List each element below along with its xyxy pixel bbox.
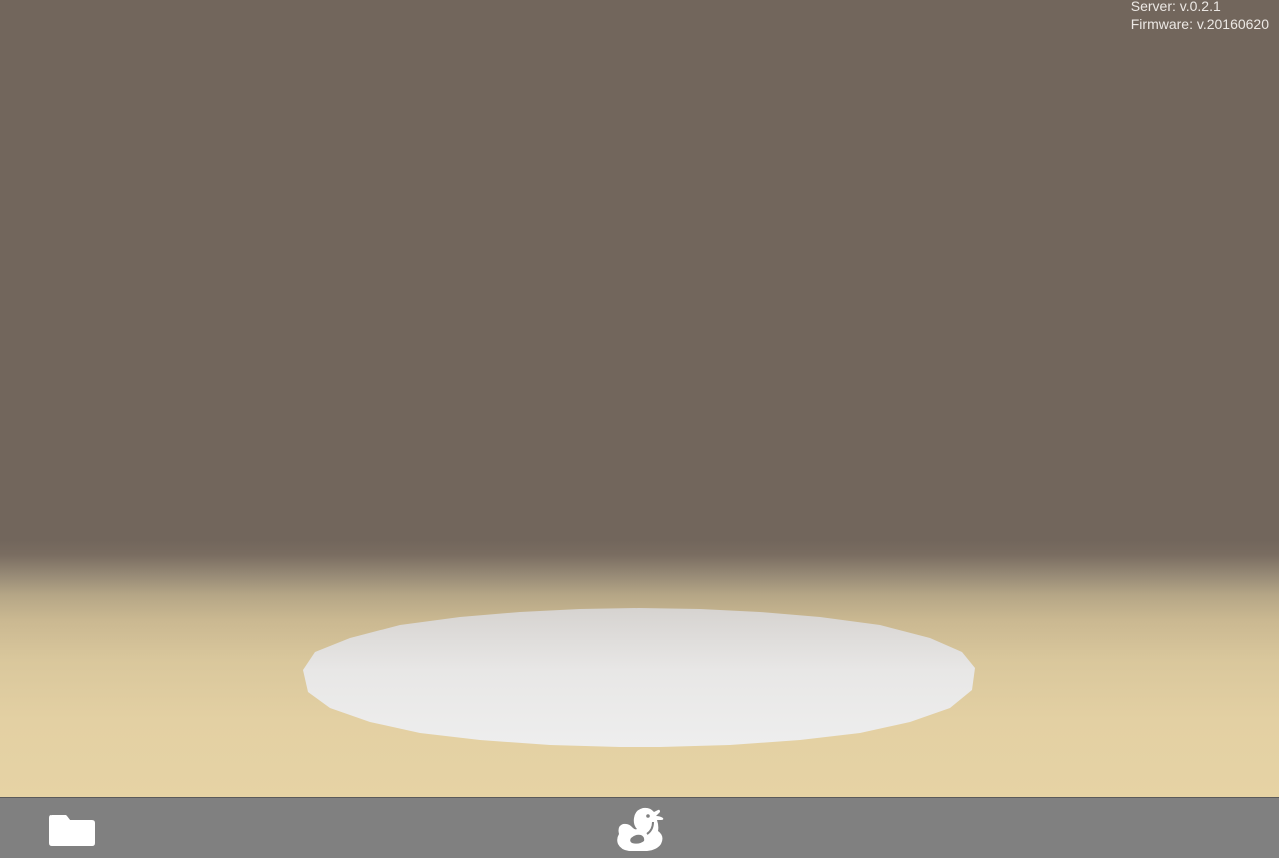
build-plate (303, 608, 975, 747)
3d-viewport[interactable]: Server: v.0.2.1 Firmware: v.20160620 (0, 0, 1279, 797)
bottom-toolbar (0, 797, 1279, 858)
duck-icon (617, 807, 664, 851)
build-plate-surface (303, 608, 975, 747)
duck-button[interactable] (613, 804, 667, 854)
folder-icon (49, 815, 95, 846)
open-file-button[interactable] (47, 806, 97, 848)
